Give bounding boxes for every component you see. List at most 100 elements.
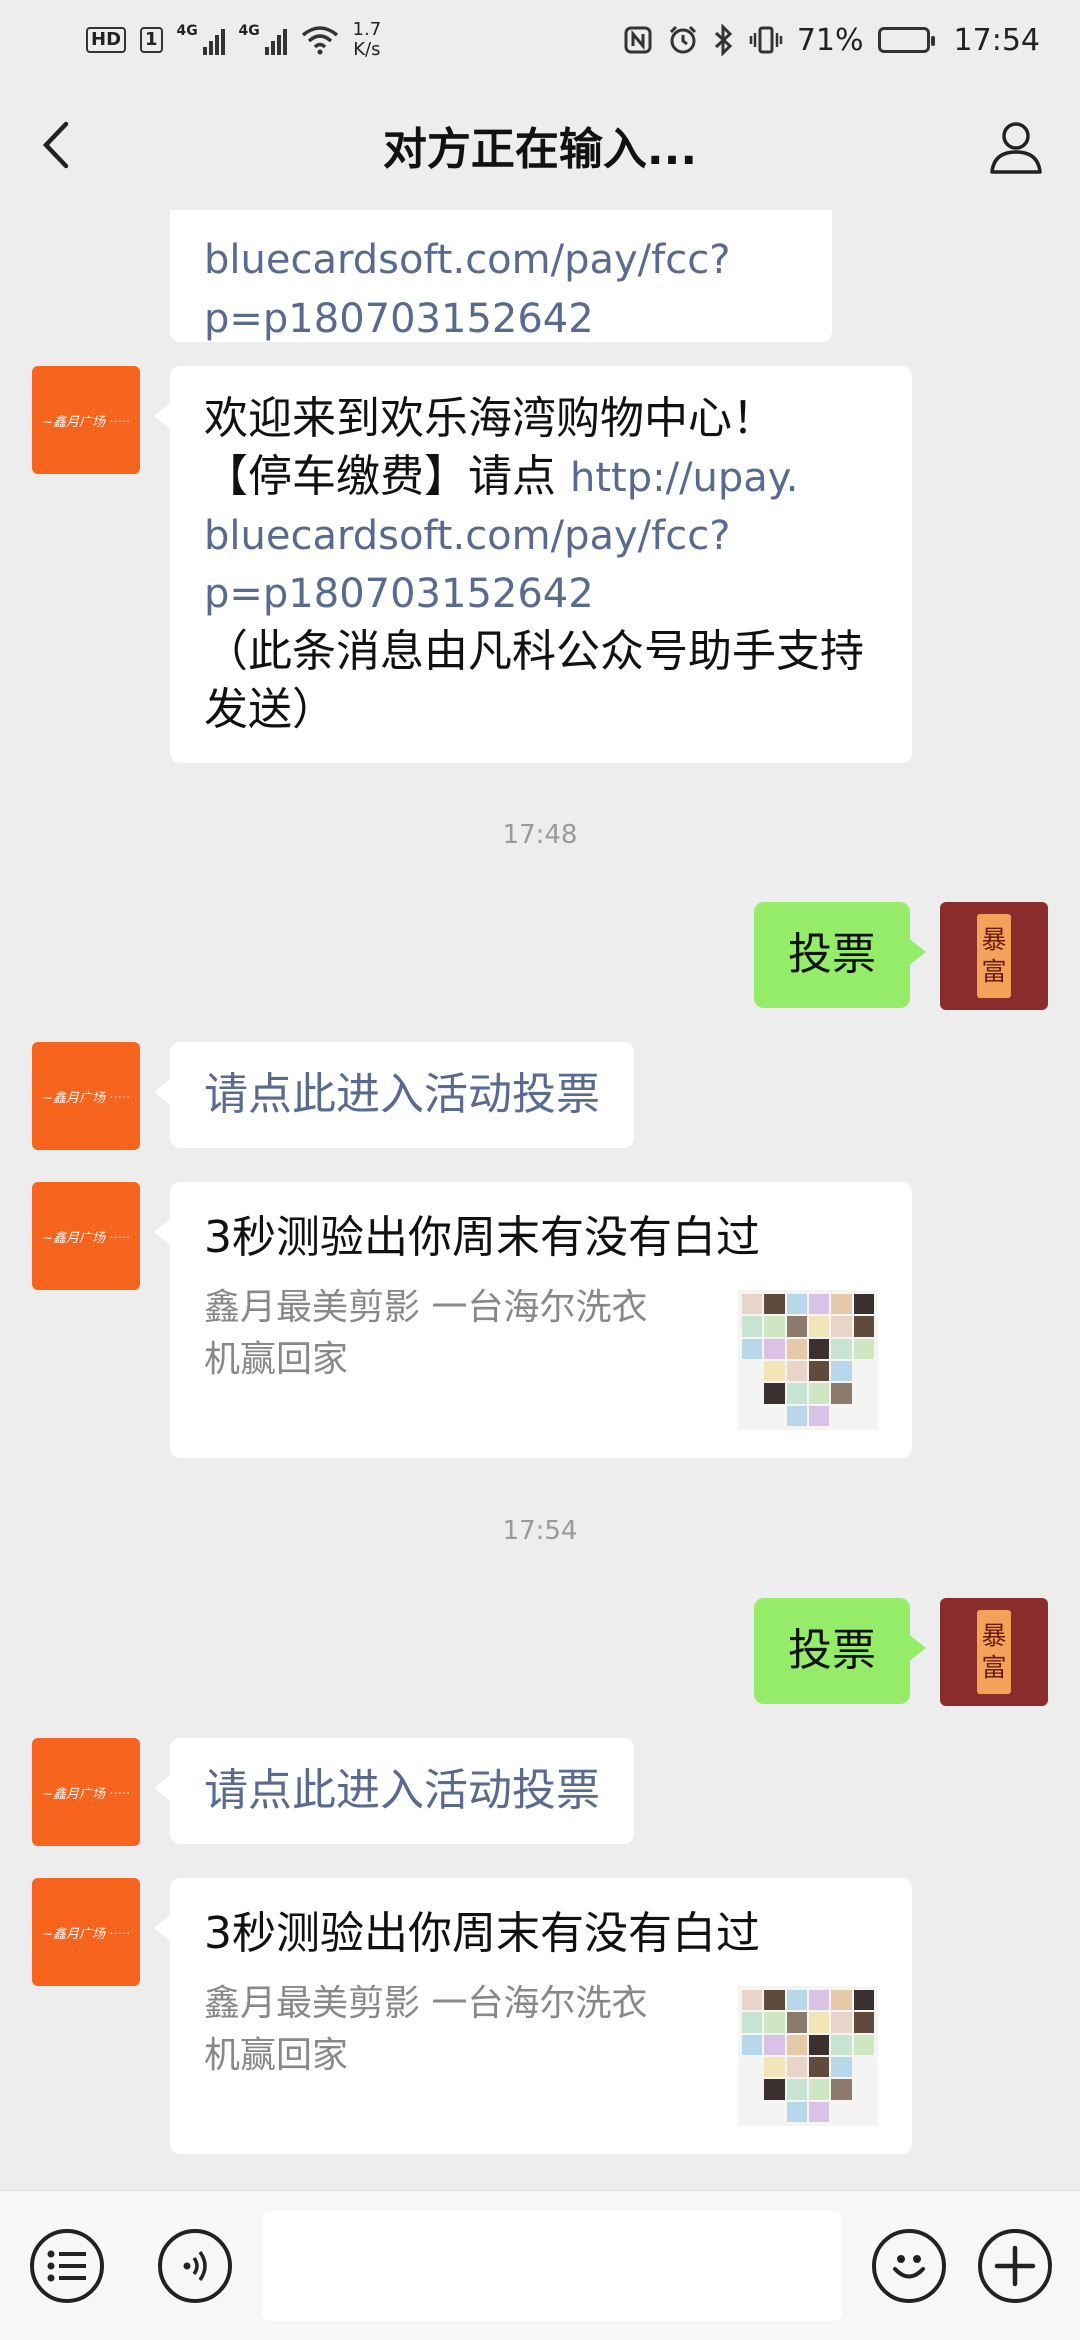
status-bar: HD 1 4G 4G 1.7 K/s 71% 17:54 [0, 0, 1080, 80]
thumb-tile [786, 1294, 807, 1315]
list-menu-icon[interactable] [30, 2229, 104, 2303]
link-text[interactable]: p=p180703152642 [204, 296, 594, 342]
thumb-tile [854, 1383, 874, 1403]
message-text: （此条消息由凡科公众号助手支持 [204, 626, 864, 677]
my-message-bubble[interactable]: 投票 [754, 1598, 926, 1704]
merchant-avatar[interactable]: ~鑫月广场 ····· [32, 1042, 140, 1150]
link-text[interactable]: bluecardsoft.com/pay/fcc? [204, 237, 730, 283]
voice-icon[interactable] [158, 2229, 232, 2303]
thumb-tile [742, 2012, 763, 2033]
thumb-tile [809, 2101, 830, 2122]
message-input[interactable] [262, 2211, 842, 2321]
thumb-tile [786, 1405, 807, 1426]
thumb-tile [742, 2034, 763, 2055]
thumb-tile [742, 2057, 762, 2077]
thumb-tile [786, 2079, 807, 2100]
thumb-tile [742, 2102, 762, 2122]
avatar-char-bottom: 富 [981, 1653, 1007, 1682]
thumb-tile [786, 2034, 807, 2055]
thumb-tile [809, 1338, 830, 1359]
merchant-avatar[interactable]: ~鑫月广场 ····· [32, 1738, 140, 1846]
list-menu-glyph [47, 2250, 86, 2282]
card-desc-line: 机赢回家 [204, 2035, 349, 2076]
vote-link-bubble[interactable]: 请点此进入活动投票 [154, 1042, 634, 1148]
thumb-tile [764, 2102, 784, 2122]
thumb-tile [764, 1294, 785, 1315]
vote-link-bubble[interactable]: 请点此进入活动投票 [154, 1738, 634, 1844]
thumb-tile [831, 2057, 852, 2078]
merchant-logo: ~鑫月广场 ····· [42, 1230, 130, 1246]
merchant-logo: ~鑫月广场 ····· [42, 1786, 130, 1802]
thumb-tile [854, 1361, 874, 1381]
bluetooth-icon [714, 24, 733, 56]
thumb-tile [742, 1294, 763, 1315]
merchant-logo: ~鑫月广场 ····· [42, 1926, 130, 1942]
user-icon[interactable] [986, 116, 1046, 176]
my-avatar[interactable]: 暴 富 [940, 902, 1048, 1010]
thumb-tile [809, 1405, 830, 1426]
card-desc-line: 鑫月最美剪影 一台海尔洗衣 [204, 1983, 648, 2024]
thumb-tile [853, 2012, 874, 2033]
thumb-tile [809, 2057, 830, 2078]
message-bubble-welcome[interactable]: 欢迎来到欢乐海湾购物中心！ 【停车缴费】请点 http://upay. blue… [154, 366, 912, 763]
article-card[interactable]: 3秒测验出你周末有没有白过 鑫月最美剪影 一台海尔洗衣 机赢回家 [154, 1878, 912, 2154]
back-icon[interactable] [34, 120, 84, 170]
thumb-tile [764, 2079, 785, 2100]
thumb-tile [764, 2034, 785, 2055]
voice-glyph [183, 2250, 207, 2282]
sim-badge: 1 [140, 27, 163, 53]
thumb-tile [786, 1383, 807, 1404]
vote-link-text[interactable]: 请点此进入活动投票 [204, 1069, 600, 1120]
my-message-bubble[interactable]: 投票 [754, 902, 926, 1008]
thumb-tile [764, 2012, 785, 2033]
merchant-logo: ~鑫月广场 ····· [42, 414, 130, 430]
network-speed: 1.7 K/s [353, 20, 382, 60]
thumb-tile [786, 1990, 807, 2011]
vote-link-text[interactable]: 请点此进入活动投票 [204, 1765, 600, 1816]
thumb-tile [786, 1338, 807, 1359]
vibrate-icon [749, 26, 783, 54]
plus-icon[interactable] [978, 2229, 1052, 2303]
link-text[interactable]: bluecardsoft.com/pay/fcc? [204, 507, 878, 565]
thumb-tile [854, 2079, 874, 2099]
message-text: 【停车缴费】请点 [204, 451, 570, 502]
thumb-tile [764, 1406, 784, 1426]
chat-header: 对方正在输入... [0, 80, 1080, 210]
thumb-tile [809, 2079, 830, 2100]
merchant-avatar[interactable]: ~鑫月广场 ····· [32, 1182, 140, 1290]
status-left: HD 1 4G 4G 1.7 K/s [86, 20, 381, 60]
thumb-tile [831, 1406, 851, 1426]
thumb-tile [853, 2034, 874, 2055]
link-text[interactable]: p=p180703152642 [204, 565, 878, 623]
merchant-avatar[interactable]: ~鑫月广场 ····· [32, 366, 140, 474]
avatar-char-bottom: 富 [981, 957, 1007, 986]
battery-percent: 71% [796, 22, 864, 58]
thumb-tile [764, 1361, 785, 1382]
chat-area[interactable]: bluecardsoft.com/pay/fcc? p=p18070315264… [0, 210, 1080, 2190]
network-type-label-2: 4G [238, 23, 260, 39]
thumb-tile [809, 1361, 830, 1382]
thumb-tile [786, 2101, 807, 2122]
article-card[interactable]: 3秒测验出你周末有没有白过 鑫月最美剪影 一台海尔洗衣 机赢回家 [154, 1182, 912, 1458]
thumb-tile [854, 2057, 874, 2077]
thumb-tile [831, 1294, 852, 1315]
thumb-tile [742, 1316, 763, 1337]
thumb-tile [742, 1406, 762, 1426]
thumb-tile [854, 1406, 874, 1426]
thumb-tile [831, 2012, 852, 2033]
emoji-icon[interactable] [872, 2229, 946, 2303]
avatar-plate: 暴 富 [977, 1610, 1011, 1694]
merchant-avatar[interactable]: ~鑫月广场 ····· [32, 1878, 140, 1986]
thumb-tile [831, 2079, 852, 2100]
thumb-tile [764, 1338, 785, 1359]
avatar-char-top: 暴 [981, 1621, 1007, 1650]
my-avatar[interactable]: 暴 富 [940, 1598, 1048, 1706]
card-thumbnail [738, 1986, 878, 2126]
emoji-glyph [893, 2255, 925, 2279]
message-bubble-parking-link-partial[interactable]: bluecardsoft.com/pay/fcc? p=p18070315264… [170, 210, 832, 342]
thumb-tile [809, 1316, 830, 1337]
link-text[interactable]: http://upay. [570, 455, 798, 501]
card-title: 3秒测验出你周末有没有白过 [204, 1212, 760, 1263]
card-title: 3秒测验出你周末有没有白过 [204, 1908, 760, 1959]
thumb-tile [854, 2102, 874, 2122]
